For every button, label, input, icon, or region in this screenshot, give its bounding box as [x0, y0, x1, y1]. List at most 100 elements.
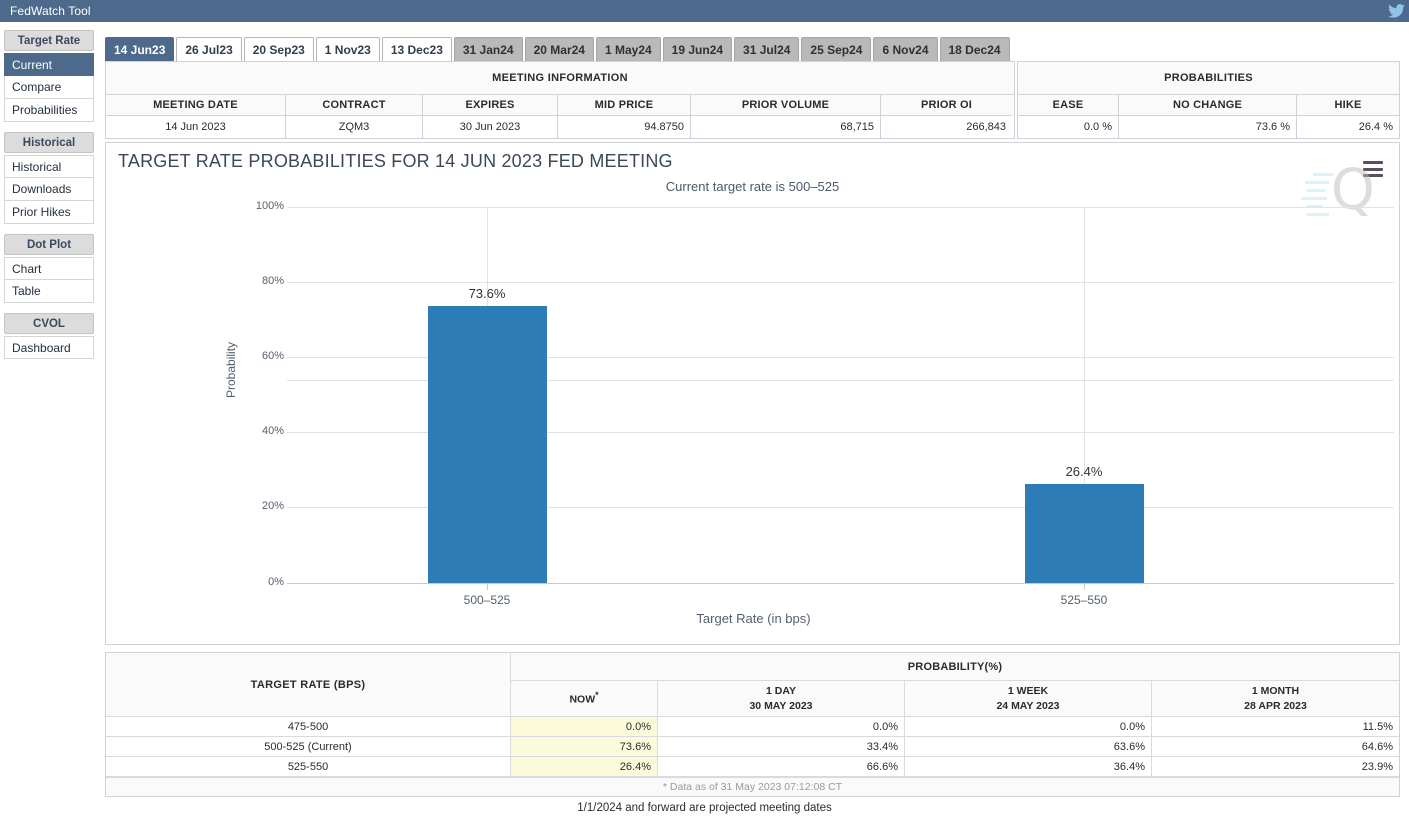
tab-1-nov23[interactable]: 1 Nov23 — [316, 37, 380, 61]
header-1-day: 1 DAY 30 MAY 2023 — [658, 681, 905, 716]
header-1-month: 1 MONTH 28 APR 2023 — [1152, 681, 1399, 716]
tab-20-sep23[interactable]: 20 Sep23 — [244, 37, 314, 61]
sidebar-item-current[interactable]: Current — [4, 53, 94, 76]
tab-19-jun24[interactable]: 19 Jun24 — [663, 37, 732, 61]
ytick-0: 0% — [228, 576, 284, 588]
table-row: 525-550 26.4% 66.6% 36.4% 23.9% — [106, 757, 1399, 777]
value-contract: ZQM3 — [286, 116, 423, 138]
tab-31-jul24[interactable]: 31 Jul24 — [734, 37, 799, 61]
sidebar-item-chart[interactable]: Chart — [4, 257, 94, 280]
tab-6-nov24[interactable]: 6 Nov24 — [873, 37, 937, 61]
probabilities-summary-title: PROBABILITIES — [1018, 62, 1399, 95]
meeting-information-table: MEETING INFORMATION MEETING DATE CONTRAC… — [105, 61, 1015, 139]
tab-18-dec24[interactable]: 18 Dec24 — [940, 37, 1010, 61]
probability-table-header: TARGET RATE (BPS) PROBABILITY(%) NOW* 1 … — [106, 653, 1399, 717]
ytick-40: 40% — [228, 425, 284, 437]
watermark-letter: Q — [1331, 163, 1375, 219]
probabilities-summary-data-row: 0.0 % 73.6 % 26.4 % — [1018, 116, 1399, 138]
value-hike: 26.4 % — [1297, 116, 1399, 138]
sidebar-item-dashboard[interactable]: Dashboard — [4, 336, 94, 359]
col-expires: EXPIRES — [423, 95, 558, 116]
sidebar-group-historical: Historical Historical Downloads Prior Hi… — [0, 132, 98, 224]
target-rate-probabilities-chart: TARGET RATE PROBABILITIES FOR 14 JUN 202… — [105, 142, 1400, 645]
col-prior-volume: PRIOR VOLUME — [691, 95, 881, 116]
ytick-80: 80% — [228, 275, 284, 287]
header-1-week-label: 1 WEEK — [1008, 684, 1048, 698]
sidebar-spacer — [0, 303, 98, 313]
bar-label-525-550: 26.4% — [1066, 464, 1103, 479]
sidebar-group-header: Historical — [4, 132, 94, 153]
row-500-525-1day: 33.4% — [658, 737, 905, 756]
sidebar-item-table[interactable]: Table — [4, 280, 94, 303]
tab-26-jul23[interactable]: 26 Jul23 — [176, 37, 241, 61]
bar-525-550[interactable] — [1025, 484, 1144, 583]
xtick-525-550: 525–550 — [1061, 593, 1108, 607]
tab-31-jan24[interactable]: 31 Jan24 — [454, 37, 523, 61]
sidebar-group-header: Target Rate — [4, 30, 94, 51]
col-meeting-date: MEETING DATE — [106, 95, 286, 116]
tab-25-sep24[interactable]: 25 Sep24 — [801, 37, 871, 61]
header-probability-group: PROBABILITY(%) NOW* 1 DAY 30 MAY 2023 1 … — [511, 653, 1399, 717]
value-prior-oi: 266,843 — [881, 116, 1012, 138]
app-header: FedWatch Tool — [0, 0, 1409, 22]
tab-20-mar24[interactable]: 20 Mar24 — [525, 37, 594, 61]
value-meeting-date: 14 Jun 2023 — [106, 116, 286, 138]
header-1-day-label: 1 DAY — [766, 684, 796, 698]
header-1-week-date: 24 MAY 2023 — [996, 699, 1059, 713]
value-mid-price: 94.8750 — [558, 116, 691, 138]
data-timestamp-footnote: * Data as of 31 May 2023 07:12:08 CT — [106, 777, 1399, 796]
sidebar-group-header: Dot Plot — [4, 234, 94, 255]
row-525-550-1day: 66.6% — [658, 757, 905, 776]
row-target-500-525: 500-525 (Current) — [106, 737, 511, 756]
header-1-week: 1 WEEK 24 MAY 2023 — [905, 681, 1152, 716]
sidebar: Target Rate Current Compare Probabilitie… — [0, 30, 98, 359]
sidebar-item-historical[interactable]: Historical — [4, 155, 94, 178]
xtick-500-525: 500–525 — [464, 593, 511, 607]
col-mid-price: MID PRICE — [558, 95, 691, 116]
sidebar-item-downloads[interactable]: Downloads — [4, 178, 94, 201]
y-axis-label: Probability — [224, 342, 238, 398]
summary-panels: MEETING INFORMATION MEETING DATE CONTRAC… — [105, 61, 1400, 139]
col-prior-oi: PRIOR OI — [881, 95, 1012, 116]
ytick-20: 20% — [228, 500, 284, 512]
tab-1-may24[interactable]: 1 May24 — [596, 37, 661, 61]
row-500-525-1month: 64.6% — [1152, 737, 1399, 756]
sidebar-group-dot-plot: Dot Plot Chart Table — [0, 234, 98, 303]
bar-500-525[interactable] — [428, 306, 547, 583]
twitter-bird-icon[interactable] — [1383, 0, 1409, 22]
row-475-500-1week: 0.0% — [905, 717, 1152, 736]
probabilities-summary-header-row: EASE NO CHANGE HIKE — [1018, 95, 1399, 116]
value-expires: 30 Jun 2023 — [423, 116, 558, 138]
tab-14-jun23[interactable]: 14 Jun23 — [105, 37, 174, 61]
header-1-month-label: 1 MONTH — [1252, 684, 1299, 698]
row-525-550-1month: 23.9% — [1152, 757, 1399, 776]
header-period-columns: NOW* 1 DAY 30 MAY 2023 1 WEEK 24 MAY 202… — [511, 681, 1399, 716]
x-axis-label: Target Rate (in bps) — [106, 611, 1401, 626]
meeting-information-header-row: MEETING DATE CONTRACT EXPIRES MID PRICE … — [106, 95, 1014, 116]
tab-13-dec23[interactable]: 13 Dec23 — [382, 37, 452, 61]
table-row: 475-500 0.0% 0.0% 0.0% 11.5% — [106, 717, 1399, 737]
header-now: NOW* — [511, 681, 658, 716]
col-hike: HIKE — [1297, 95, 1399, 116]
header-target-rate: TARGET RATE (BPS) — [106, 653, 511, 717]
sidebar-spacer — [0, 122, 98, 132]
sidebar-item-compare[interactable]: Compare — [4, 76, 94, 99]
probability-detail-table: TARGET RATE (BPS) PROBABILITY(%) NOW* 1 … — [105, 652, 1400, 797]
probabilities-summary-table: PROBABILITIES EASE NO CHANGE HIKE 0.0 % … — [1017, 61, 1400, 139]
col-no-change: NO CHANGE — [1119, 95, 1297, 116]
sidebar-divider — [98, 30, 105, 817]
sidebar-group-target-rate: Target Rate Current Compare Probabilitie… — [0, 30, 98, 122]
header-probability-title: PROBABILITY(%) — [511, 653, 1399, 681]
row-500-525-now: 73.6% — [511, 737, 658, 756]
xtick-mark — [487, 584, 488, 590]
value-prior-volume: 68,715 — [691, 116, 881, 138]
header-1-month-date: 28 APR 2023 — [1244, 699, 1307, 713]
sidebar-item-probabilities[interactable]: Probabilities — [4, 99, 94, 122]
header-now-asterisk: * — [595, 690, 598, 700]
header-now-label: NOW — [569, 694, 595, 706]
cme-q-watermark: Q — [1305, 161, 1377, 227]
sidebar-item-prior-hikes[interactable]: Prior Hikes — [4, 201, 94, 224]
meeting-information-data-row: 14 Jun 2023 ZQM3 30 Jun 2023 94.8750 68,… — [106, 116, 1014, 138]
app-title: FedWatch Tool — [0, 4, 91, 18]
row-475-500-1day: 0.0% — [658, 717, 905, 736]
